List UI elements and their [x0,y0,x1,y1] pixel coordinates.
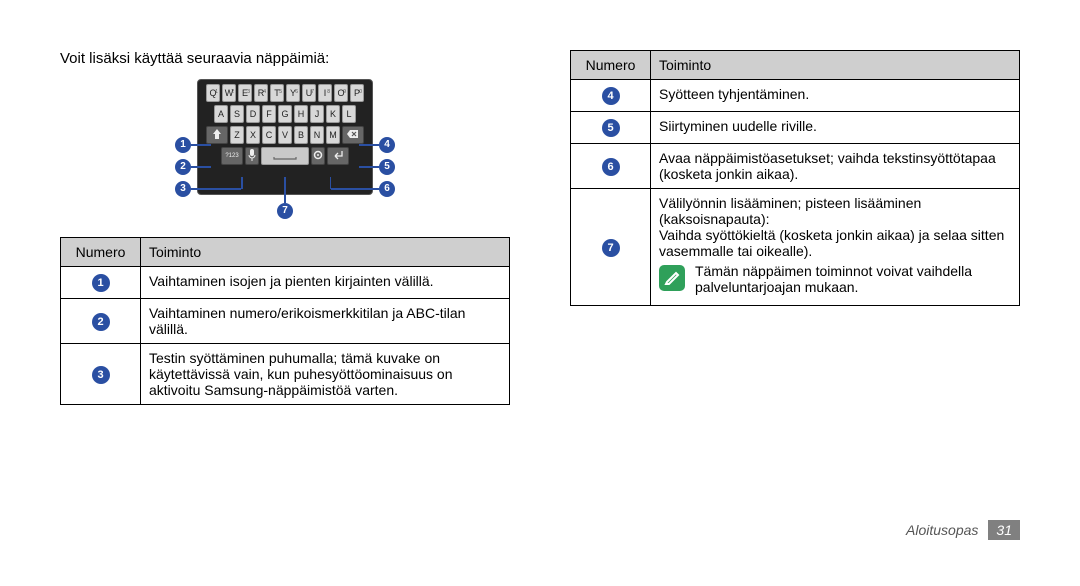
callout-3: 3 [175,181,191,197]
key: L [342,105,356,123]
key: S [230,105,244,123]
key: J [310,105,324,123]
key: Q [206,84,220,102]
note-block: Tämän näppäimen toiminnot voivat vaihdel… [659,259,1011,299]
key: T [270,84,284,102]
key: E [238,84,252,102]
settings-key-icon [311,147,325,165]
key: G [278,105,292,123]
key: K [326,105,340,123]
row-number-badge: 1 [92,274,110,292]
row-text: Avaa näppäimistöasetukset; vaihda teksti… [651,144,1020,189]
keyboard-row-1: Q W E R T Y U I O P [202,84,368,102]
note-icon [659,265,685,291]
key: X [246,126,260,144]
table-header-function: Toiminto [141,238,510,267]
left-column: Voit lisäksi käyttää seuraavia näppäimiä… [60,50,510,510]
key: M [326,126,340,144]
row-text: Siirtyminen uudelle riville. [651,112,1020,144]
symbols-key: ?123 [221,147,243,165]
key: U [302,84,316,102]
callout-5: 5 [379,159,395,175]
callout-6: 6 [379,181,395,197]
table-row: 7 Välilyönnin lisääminen; pisteen lisääm… [571,189,1020,306]
key: P [350,84,364,102]
table-row: 3 Testin syöttäminen puhumalla; tämä kuv… [61,344,510,405]
row-text: Vaihtaminen numero/erikoismerkkitilan ja… [141,299,510,344]
table-row: 5 Siirtyminen uudelle riville. [571,112,1020,144]
enter-key-icon [327,147,349,165]
table-row: 4 Syötteen tyhjentäminen. [571,80,1020,112]
row-number-badge: 6 [602,158,620,176]
key: B [294,126,308,144]
row-text: Testin syöttäminen puhumalla; tämä kuvak… [141,344,510,405]
backspace-key-icon [342,126,364,144]
row-number-badge: 5 [602,119,620,137]
key: H [294,105,308,123]
row-number-badge: 2 [92,313,110,331]
key: C [262,126,276,144]
table-row: 6 Avaa näppäimistöasetukset; vaihda teks… [571,144,1020,189]
row-number-badge: 4 [602,87,620,105]
key: Z [230,126,244,144]
row-number-badge: 7 [602,239,620,257]
key: I [318,84,332,102]
page-footer: Aloitusopas 31 [0,520,1080,560]
key: N [310,126,324,144]
key: R [254,84,268,102]
mic-key-icon [245,147,259,165]
key: Y [286,84,300,102]
functions-table-right: Numero Toiminto 4 Syötteen tyhjentäminen… [570,50,1020,306]
callout-4: 4 [379,137,395,153]
callout-7: 7 [277,203,293,219]
space-key [261,147,309,165]
row-text: Syötteen tyhjentäminen. [651,80,1020,112]
key: D [246,105,260,123]
key: O [334,84,348,102]
functions-table-left: Numero Toiminto 1 Vaihtaminen isojen ja … [60,237,510,405]
table-row: 2 Vaihtaminen numero/erikoismerkkitilan … [61,299,510,344]
callout-2: 2 [175,159,191,175]
key: F [262,105,276,123]
keyboard-row-3: Z X C V B N M [202,126,368,144]
key: V [278,126,292,144]
callout-1: 1 [175,137,191,153]
table-row: 1 Vaihtaminen isojen ja pienten kirjaint… [61,267,510,299]
key: W [222,84,236,102]
right-column: Numero Toiminto 4 Syötteen tyhjentäminen… [570,50,1020,510]
table-header-number: Numero [61,238,141,267]
shift-key-icon [206,126,228,144]
key: A [214,105,228,123]
table-header-number: Numero [571,51,651,80]
footer-page-number: 31 [988,520,1020,540]
row-text: Välilyönnin lisääminen; pisteen lisäämin… [651,189,1020,306]
intro-text: Voit lisäksi käyttää seuraavia näppäimiä… [60,50,510,67]
keyboard-row-4: ?123 [202,147,368,165]
table-header-function: Toiminto [651,51,1020,80]
row-number-badge: 3 [92,366,110,384]
keyboard-row-2: A S D F G H J K L [202,105,368,123]
keyboard-figure: Q W E R T Y U I O P A S D [60,79,510,219]
row-text: Vaihtaminen isojen ja pienten kirjainten… [141,267,510,299]
note-text: Tämän näppäimen toiminnot voivat vaihdel… [695,263,1011,295]
footer-section-label: Aloitusopas [906,522,978,538]
